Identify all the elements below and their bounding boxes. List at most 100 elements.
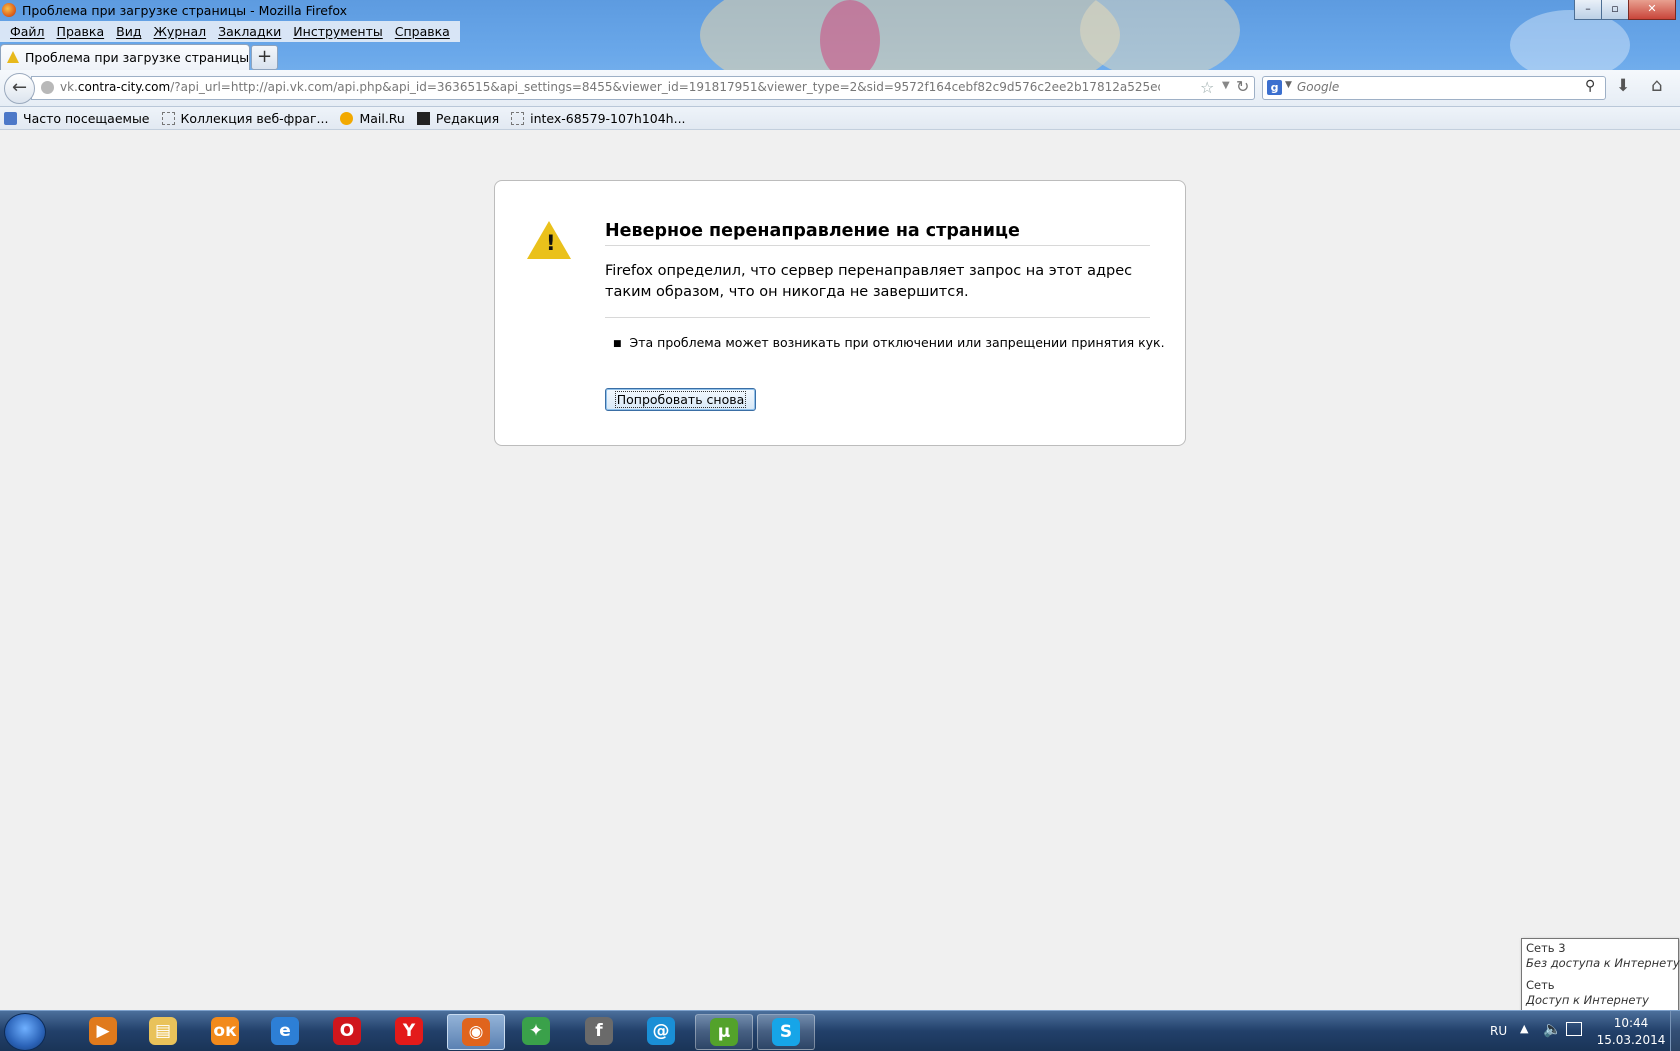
window-title: Проблема при загрузке страницы - Mozilla… bbox=[22, 3, 347, 18]
error-description: Firefox определил, что сервер перенаправ… bbox=[605, 263, 1133, 300]
taskbar: ▶ ▤ ок e O Y ◉ ✦ f @ µ S RU ▲ 🔈 10:44 15.03.2014 bbox=[0, 1010, 1680, 1051]
close-icon: ✕ bbox=[1647, 2, 1657, 15]
retry-button[interactable]: Попробовать снова bbox=[605, 388, 756, 411]
menu-tools[interactable]: Инструменты bbox=[287, 21, 388, 42]
bookmark-web-slices[interactable]: Коллекция веб-фраг... bbox=[161, 110, 329, 126]
flash-icon: f bbox=[585, 1017, 613, 1045]
language-indicator[interactable]: RU bbox=[1490, 1024, 1507, 1038]
maximize-button[interactable]: ▫ bbox=[1601, 0, 1629, 20]
bookmark-label: Часто посещаемые bbox=[23, 110, 150, 126]
bookmark-most-visited[interactable]: Часто посещаемые bbox=[4, 111, 150, 126]
opera-icon: O bbox=[333, 1017, 361, 1045]
bookmarks-toolbar: Часто посещаемые Коллекция веб-фраг... M… bbox=[0, 107, 1680, 130]
url-dropdown-icon[interactable]: ▼ bbox=[1222, 80, 1230, 91]
web-slice-icon bbox=[161, 111, 175, 125]
menu-edit[interactable]: Правка bbox=[51, 21, 111, 42]
network-icon[interactable] bbox=[1566, 1022, 1582, 1036]
new-tab-button[interactable]: + bbox=[251, 45, 278, 70]
menu-view[interactable]: Вид bbox=[110, 21, 147, 42]
taskbar-mail-agent-button[interactable]: @ bbox=[633, 1014, 689, 1048]
bookmark-label: Mail.Ru bbox=[359, 110, 405, 126]
firefox-icon[interactable] bbox=[2, 3, 16, 17]
search-input[interactable] bbox=[1297, 77, 1567, 97]
clock-date[interactable]: 15.03.2014 bbox=[1595, 1033, 1667, 1047]
url-domain-prefix: vk. bbox=[60, 80, 78, 94]
network-2-status: Доступ к Интернету bbox=[1526, 993, 1649, 1007]
minimize-button[interactable]: – bbox=[1574, 0, 1602, 20]
volume-icon[interactable]: 🔈 bbox=[1543, 1020, 1562, 1038]
bookmark-redakciya[interactable]: Редакция bbox=[416, 110, 500, 126]
bookmark-mailru[interactable]: Mail.Ru bbox=[340, 110, 405, 126]
taskbar-explorer-button[interactable]: ▤ bbox=[135, 1014, 191, 1048]
back-button[interactable]: ← bbox=[4, 73, 35, 104]
menu-bookmarks[interactable]: Закладки bbox=[212, 21, 287, 42]
show-desktop-button[interactable] bbox=[1670, 1011, 1680, 1051]
navigation-toolbar: vk.contra-city.com/?api_url=http://api.v… bbox=[0, 70, 1680, 107]
bookmark-label: intex-68579-107h104h... bbox=[530, 110, 686, 126]
mailru-icon bbox=[340, 111, 354, 125]
bookmark-label: Коллекция веб-фраг... bbox=[180, 110, 329, 126]
search-engine-dropdown-icon[interactable]: ▼ bbox=[1285, 80, 1292, 90]
redakciya-icon bbox=[416, 111, 430, 125]
search-bar[interactable]: g ▼ ⚲ bbox=[1262, 76, 1606, 100]
menu-file[interactable]: Файл bbox=[4, 21, 51, 42]
site-identity-icon[interactable] bbox=[41, 81, 54, 94]
google-icon[interactable]: g bbox=[1267, 80, 1282, 95]
error-panel: ! Неверное перенаправление на странице F… bbox=[494, 180, 1186, 446]
taskbar-firefox-button[interactable]: ◉ bbox=[447, 1014, 505, 1050]
start-button[interactable] bbox=[4, 1013, 46, 1051]
taskbar-utorrent-button[interactable]: µ bbox=[695, 1014, 753, 1050]
mail-agent-icon: @ bbox=[647, 1017, 675, 1045]
search-icon[interactable]: ⚲ bbox=[1585, 78, 1595, 94]
url-text[interactable]: vk.contra-city.com/?api_url=http://api.v… bbox=[60, 80, 1160, 94]
menu-bar: Файл Правка Вид Журнал Закладки Инструме… bbox=[0, 21, 460, 42]
taskbar-yandex-browser-button[interactable]: Y bbox=[381, 1014, 437, 1048]
reload-icon[interactable]: ↻ bbox=[1236, 77, 1249, 96]
clock-time[interactable]: 10:44 bbox=[1601, 1016, 1661, 1030]
page-icon bbox=[511, 111, 525, 125]
divider bbox=[605, 317, 1150, 318]
menu-help[interactable]: Справка bbox=[389, 21, 456, 42]
retry-label: Попробовать снова bbox=[614, 391, 747, 408]
download-icon[interactable]: ⬇ bbox=[1616, 76, 1630, 96]
firefox-icon: ◉ bbox=[462, 1018, 490, 1046]
maximize-icon: ▫ bbox=[1611, 2, 1619, 15]
taskbar-media-player-button[interactable]: ▶ bbox=[75, 1014, 131, 1048]
explorer-icon: ▤ bbox=[149, 1017, 177, 1045]
url-bar[interactable]: vk.contra-city.com/?api_url=http://api.v… bbox=[31, 76, 1255, 100]
network-tooltip: Сеть 3 Без доступа к Интернету Сеть Дост… bbox=[1521, 938, 1680, 1012]
home-icon[interactable]: ⌂ bbox=[1651, 75, 1662, 96]
bookmark-star-icon[interactable]: ☆ bbox=[1200, 78, 1214, 97]
taskbar-opera-button[interactable]: O bbox=[319, 1014, 375, 1048]
close-button[interactable]: ✕ bbox=[1628, 0, 1676, 20]
error-hint: Эта проблема может возникать при отключе… bbox=[613, 335, 1165, 350]
bookmark-folder-icon bbox=[4, 111, 17, 125]
network-2-name: Сеть bbox=[1526, 978, 1555, 992]
network-1-status: Без доступа к Интернету bbox=[1526, 956, 1680, 970]
odnoklassniki-icon: ок bbox=[211, 1017, 239, 1045]
bookmark-label: Редакция bbox=[435, 110, 500, 126]
tab-label: Проблема при загрузке страницы bbox=[25, 50, 250, 65]
show-hidden-icons-icon[interactable]: ▲ bbox=[1520, 1022, 1528, 1035]
minimize-icon: – bbox=[1585, 2, 1591, 15]
warning-icon bbox=[7, 51, 19, 63]
tab-strip: Проблема при загрузке страницы + bbox=[0, 44, 1680, 71]
taskbar-chrome-like-button[interactable]: ✦ bbox=[508, 1014, 564, 1048]
url-path: /?api_url=http://api.vk.com/api.php&api_… bbox=[170, 80, 1160, 94]
taskbar-internet-explorer-button[interactable]: e bbox=[257, 1014, 313, 1048]
chrome-like-icon: ✦ bbox=[522, 1017, 550, 1045]
skype-icon: S bbox=[772, 1018, 800, 1046]
network-1-name: Сеть 3 bbox=[1526, 941, 1566, 955]
menu-history[interactable]: Журнал bbox=[147, 21, 212, 42]
url-domain: contra-city.com bbox=[77, 80, 171, 94]
tab-current[interactable]: Проблема при загрузке страницы bbox=[0, 44, 250, 71]
yandex-browser-icon: Y bbox=[395, 1017, 423, 1045]
page-content: ! Неверное перенаправление на странице F… bbox=[0, 130, 1680, 1010]
taskbar-odnoklassniki-button[interactable]: ок bbox=[197, 1014, 253, 1048]
taskbar-flash-button[interactable]: f bbox=[571, 1014, 627, 1048]
bookmark-intex[interactable]: intex-68579-107h104h... bbox=[511, 110, 686, 126]
utorrent-icon: µ bbox=[710, 1018, 738, 1046]
warning-mark: ! bbox=[546, 231, 556, 255]
taskbar-skype-button[interactable]: S bbox=[757, 1014, 815, 1050]
media-player-icon: ▶ bbox=[89, 1017, 117, 1045]
